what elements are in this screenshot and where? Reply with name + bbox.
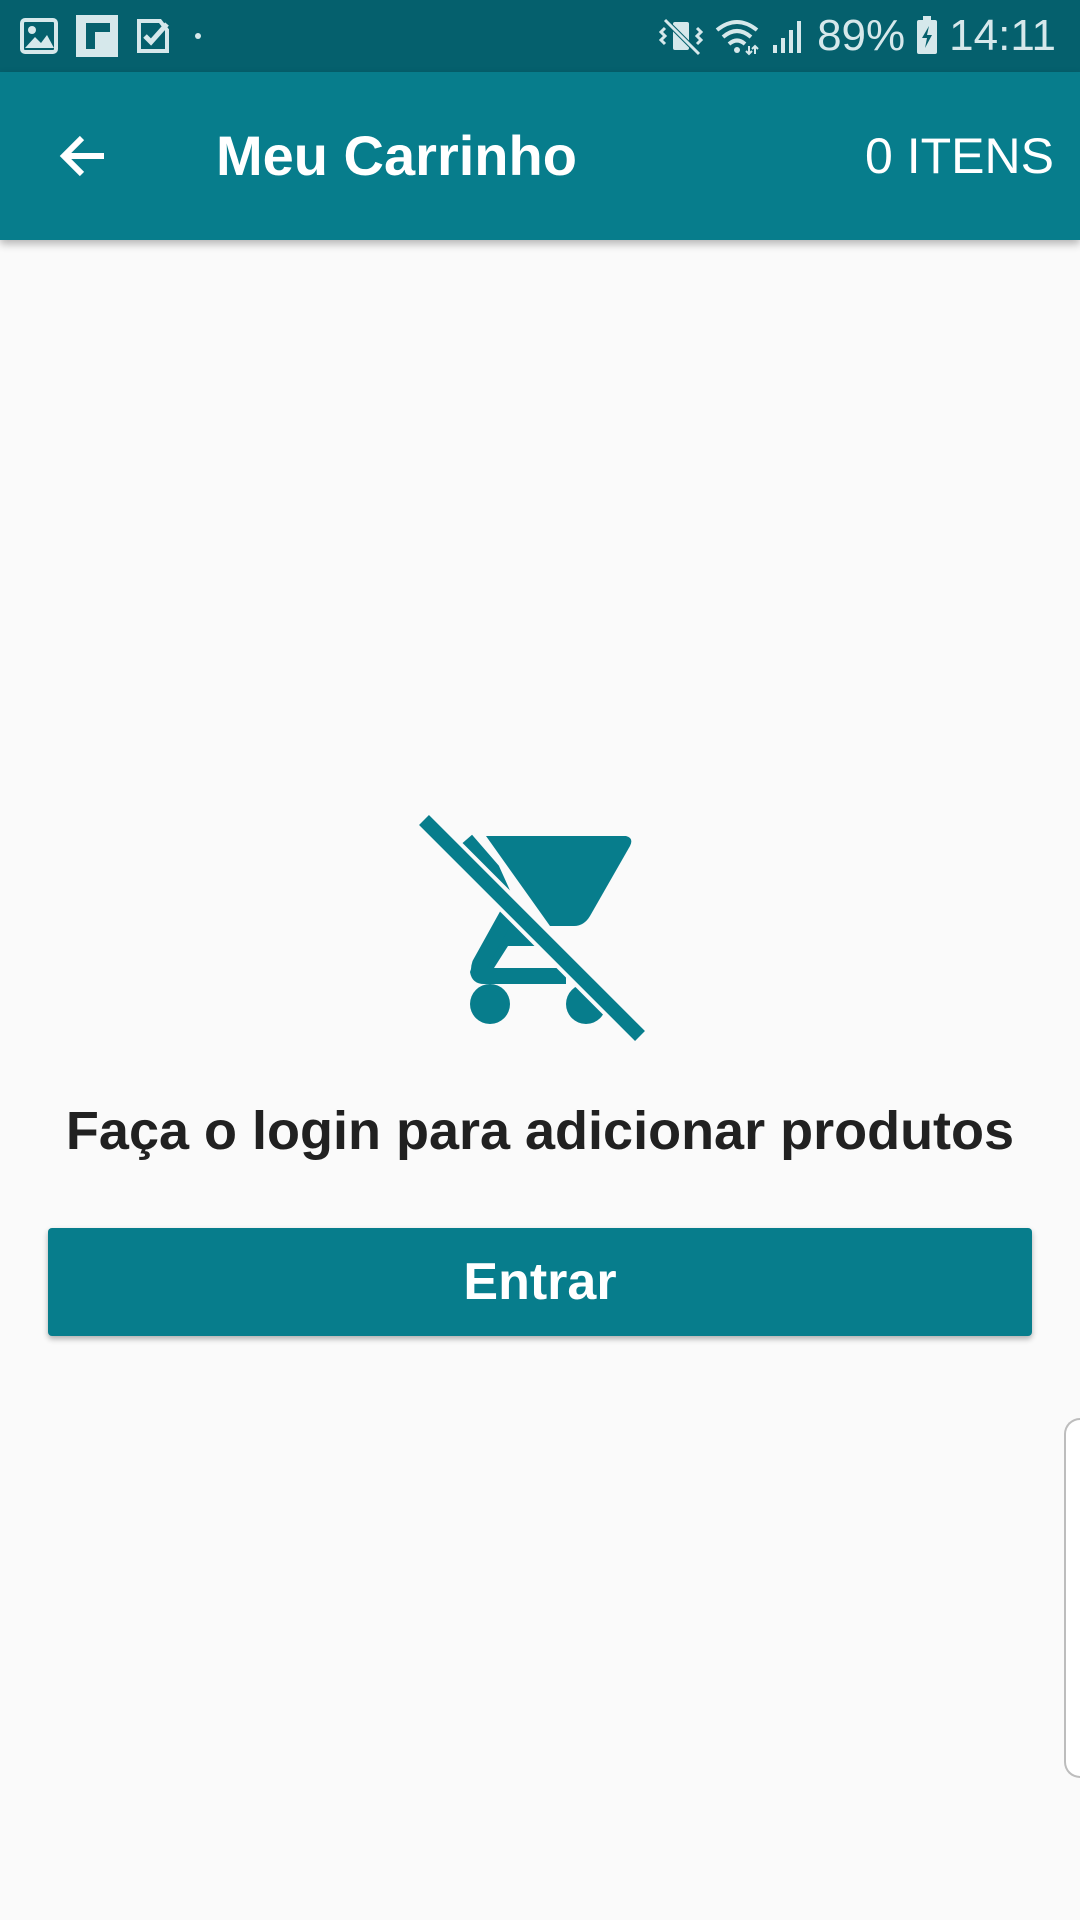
remove-shopping-cart-icon xyxy=(414,812,650,1046)
battery-percent: 89% xyxy=(817,11,906,60)
status-left-icons xyxy=(20,14,208,58)
status-bar: 89% 14:11 xyxy=(0,0,1080,72)
app-bar: Meu Carrinho 0 ITENS xyxy=(0,72,1080,240)
back-button[interactable] xyxy=(44,116,124,196)
login-button[interactable]: Entrar xyxy=(48,1228,1032,1336)
login-button-label: Entrar xyxy=(463,1253,617,1311)
gallery-icon xyxy=(20,18,58,54)
page-title: Meu Carrinho xyxy=(216,124,577,187)
edge-panel-handle[interactable] xyxy=(1064,1418,1080,1778)
battery-charging-icon xyxy=(915,16,939,56)
signal-icon xyxy=(771,17,807,55)
cart-item-count: 0 ITENS xyxy=(865,128,1054,184)
tasks-check-icon xyxy=(136,18,170,54)
status-time: 14:11 xyxy=(949,11,1056,60)
flipboard-icon xyxy=(76,15,118,57)
arrow-back-icon xyxy=(59,135,104,177)
vibrate-mute-icon xyxy=(659,16,704,56)
notification-dot-icon xyxy=(188,26,208,46)
status-right-icons: 89% 14:11 xyxy=(659,11,1056,60)
empty-cart-message: Faça o login para adicionar produtos xyxy=(65,1101,1015,1161)
wifi-icon xyxy=(713,16,761,56)
